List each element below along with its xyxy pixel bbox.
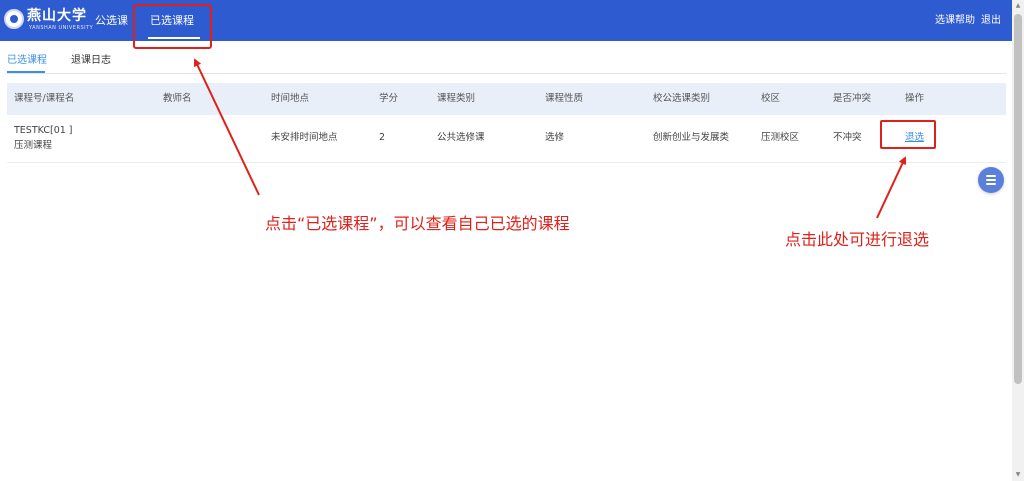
- column-header-campus: 校区: [761, 93, 781, 104]
- highlight-box-selected-courses: [133, 4, 212, 49]
- column-header-course: 课程号/课程名: [14, 93, 75, 104]
- column-header-action: 操作: [905, 93, 925, 104]
- university-emblem-icon[interactable]: [4, 9, 24, 29]
- course-name: 压测课程: [14, 140, 53, 151]
- menu-list-icon[interactable]: [978, 167, 1004, 193]
- nature-cell: 选修: [545, 132, 565, 143]
- column-header-credit: 学分: [379, 93, 399, 104]
- column-header-time-place: 时间地点: [271, 93, 310, 104]
- highlight-box-drop: [880, 120, 936, 149]
- scrollbar-thumb[interactable]: [1014, 14, 1022, 384]
- column-header-public-category: 校公选课类别: [653, 93, 711, 104]
- credit-cell: 2: [379, 132, 386, 143]
- column-header-conflict: 是否冲突: [833, 93, 872, 104]
- arrow-to-drop-button: [876, 156, 907, 219]
- logout-link[interactable]: 退出: [981, 14, 1001, 28]
- annotation-note-drop: 点击此处可进行退选: [785, 230, 930, 249]
- nav-public-courses[interactable]: 公选课: [95, 14, 128, 28]
- tab-selected-courses[interactable]: 已选课程: [7, 54, 47, 68]
- column-header-category: 课程类别: [437, 93, 476, 104]
- time-place-cell: 未安排时间地点: [271, 132, 338, 143]
- brand-name-en: YANSHAN UNIVERSITY: [29, 25, 94, 31]
- column-header-nature: 课程性质: [545, 93, 584, 104]
- campus-cell: 压测校区: [761, 132, 800, 143]
- public-category-cell: 创新创业与发展类: [653, 132, 730, 143]
- annotation-note-selected-courses: 点击“已选课程”，可以查看自己已选的课程: [265, 214, 570, 233]
- brand-name: 燕山大学: [27, 8, 87, 24]
- column-header-teacher: 教师名: [163, 93, 192, 104]
- tab-drop-log[interactable]: 退课日志: [71, 54, 111, 68]
- scroll-up-icon[interactable]: ▲: [1014, 2, 1022, 10]
- conflict-cell: 不冲突: [833, 132, 862, 143]
- help-link[interactable]: 选课帮助: [935, 14, 975, 28]
- scroll-down-icon[interactable]: ▼: [1014, 471, 1022, 479]
- course-code: TESTKC[01 ]: [14, 125, 73, 136]
- category-cell: 公共选修课: [437, 132, 485, 143]
- tab-divider: [7, 73, 1006, 74]
